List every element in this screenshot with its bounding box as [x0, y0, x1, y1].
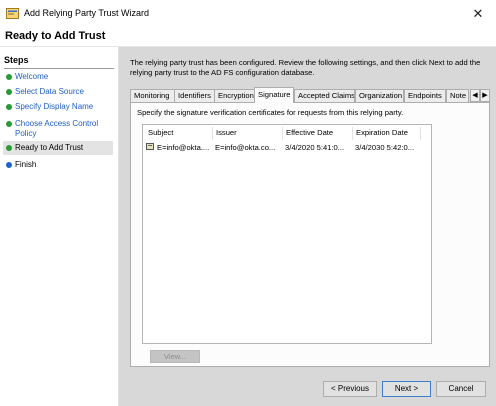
tab-monitoring[interactable]: Monitoring — [130, 89, 175, 102]
steps-title: Steps — [4, 55, 29, 65]
cell-issuer: E=info@okta.co... — [215, 143, 276, 152]
tab-scroll-right-icon[interactable]: ▶ — [480, 89, 490, 102]
certificate-icon — [146, 143, 154, 150]
column-header-subject[interactable]: Subject — [145, 127, 213, 140]
step-select-data-source[interactable]: Select Data Source — [3, 87, 113, 97]
tab-signature[interactable]: Signature — [254, 87, 294, 103]
cell-subject: E=info@okta.... — [157, 143, 210, 152]
step-done-dot-icon — [6, 104, 12, 110]
step-welcome[interactable]: Welcome — [3, 72, 113, 82]
settings-tab-strip: Monitoring Identifiers Encryption Signat… — [130, 87, 490, 103]
window-title: Add Relying Party Trust Wizard — [24, 8, 150, 18]
signature-description: Specify the signature verification certi… — [137, 108, 404, 117]
column-header-issuer[interactable]: Issuer — [213, 127, 283, 140]
tab-endpoints[interactable]: Endpoints — [404, 89, 446, 102]
step-choose-access-control-policy[interactable]: Choose Access Control Policy — [3, 119, 113, 139]
steps-divider — [4, 68, 114, 69]
step-label: Ready to Add Trust — [15, 143, 84, 152]
certificate-list[interactable]: Subject Issuer Effective Date Expiration… — [142, 124, 432, 344]
column-header-effective-date[interactable]: Effective Date — [283, 127, 353, 140]
wizard-app-icon — [6, 8, 19, 19]
tab-encryption[interactable]: Encryption — [214, 89, 255, 102]
wizard-header: Ready to Add Trust — [0, 27, 496, 47]
step-pending-dot-icon — [6, 162, 12, 168]
step-label: Specify Display Name — [15, 102, 94, 111]
title-bar: Add Relying Party Trust Wizard ✕ — [0, 0, 496, 27]
step-done-dot-icon — [6, 89, 12, 95]
tab-notes[interactable]: Note — [446, 89, 469, 102]
step-current-dot-icon — [6, 145, 12, 151]
cancel-button[interactable]: Cancel — [436, 381, 486, 397]
ready-description: The relying party trust has been configu… — [130, 58, 481, 77]
tab-organization[interactable]: Organization — [355, 89, 404, 102]
tab-identifiers[interactable]: Identifiers — [174, 89, 215, 102]
step-label: Select Data Source — [15, 87, 84, 96]
page-title: Ready to Add Trust — [5, 30, 106, 42]
step-label: Finish — [15, 160, 37, 169]
step-done-dot-icon — [6, 74, 12, 80]
signature-tab-panel: Specify the signature verification certi… — [130, 102, 490, 367]
tab-scroll-left-icon[interactable]: ◀ — [470, 89, 480, 102]
tab-accepted-claims[interactable]: Accepted Claims — [294, 89, 355, 102]
next-button[interactable]: Next > — [382, 381, 431, 397]
step-specify-display-name[interactable]: Specify Display Name — [3, 102, 113, 112]
step-ready-to-add-trust: Ready to Add Trust — [3, 141, 113, 155]
step-label: Welcome — [15, 72, 49, 81]
previous-button[interactable]: < Previous — [323, 381, 377, 397]
cell-expiration-date: 3/4/2030 5:42:0... — [355, 143, 415, 152]
close-icon[interactable]: ✕ — [460, 0, 496, 27]
column-header-expiration-date[interactable]: Expiration Date — [353, 127, 421, 140]
steps-panel: Steps Welcome Select Data Source Specify… — [0, 47, 119, 406]
step-finish: Finish — [3, 160, 113, 170]
wizard-content: The relying party trust has been configu… — [120, 47, 496, 406]
view-certificate-button[interactable]: View... — [150, 350, 200, 363]
cell-effective-date: 3/4/2020 5:41:0... — [285, 143, 345, 152]
step-label: Choose Access Control Policy — [15, 119, 99, 138]
step-done-dot-icon — [6, 121, 12, 127]
